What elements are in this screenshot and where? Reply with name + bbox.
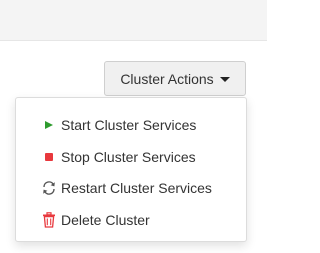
menu-item-start-cluster-services[interactable]: Start Cluster Services [16, 109, 246, 141]
cluster-actions-label: Cluster Actions [120, 70, 214, 87]
menu-item-label: Stop Cluster Services [61, 149, 196, 165]
trash-icon [41, 212, 57, 228]
cluster-actions-button[interactable]: Cluster Actions [104, 61, 246, 96]
caret-down-icon [219, 76, 230, 82]
menu-item-label: Restart Cluster Services [61, 180, 212, 196]
menu-item-stop-cluster-services[interactable]: Stop Cluster Services [16, 141, 246, 173]
menu-item-label: Delete Cluster [61, 212, 150, 228]
refresh-icon [41, 180, 57, 196]
stop-icon [41, 149, 57, 165]
top-band [0, 0, 267, 41]
play-icon [41, 117, 57, 133]
menu-item-label: Start Cluster Services [61, 117, 197, 133]
menu-item-restart-cluster-services[interactable]: Restart Cluster Services [16, 172, 246, 204]
menu-item-delete-cluster[interactable]: Delete Cluster [16, 204, 246, 236]
cluster-actions-menu: Start Cluster Services Stop Cluster Serv… [15, 97, 247, 242]
